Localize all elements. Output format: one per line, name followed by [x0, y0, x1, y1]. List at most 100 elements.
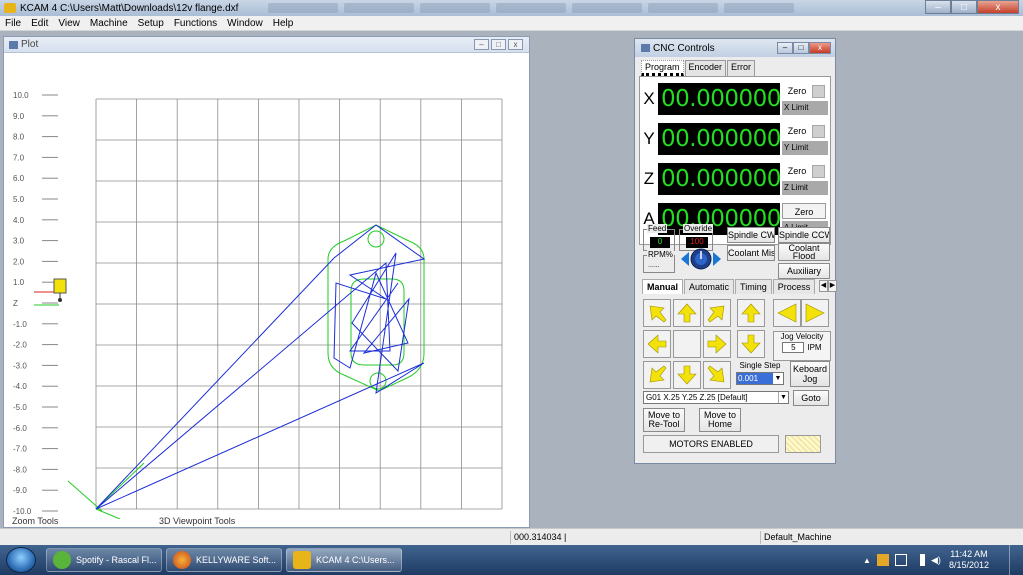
clock[interactable]: 11:42 AM 8/15/2012 [949, 549, 989, 571]
plot-maximize-button[interactable]: □ [491, 39, 506, 50]
goto-button[interactable]: Goto [793, 390, 829, 406]
zoom-tools-group[interactable]: Zoom Tools [12, 516, 58, 526]
gcode-command-select[interactable]: G01 X.25 Y.25 Z.25 [Default] ▼ [643, 391, 789, 404]
single-step-select[interactable]: 0.001 ▼ [736, 372, 784, 385]
taskbar-item-firefox[interactable]: KELLYWARE Soft... [166, 548, 282, 572]
arrow-icon [649, 365, 667, 383]
menu-edit[interactable]: Edit [26, 18, 53, 29]
plot-svg[interactable]: 10.0 9.0 8.0 7.0 6.0 5.0 4.0 3.0 2.0 1.0 Z -1.0 -2.0… [4, 53, 529, 520]
jog-center-button[interactable] [673, 330, 701, 358]
axis-letter: X [643, 89, 655, 108]
plot-canvas[interactable]: 10.0 9.0 8.0 7.0 6.0 5.0 4.0 3.0 2.0 1.0 Z -1.0 -2.0… [4, 53, 529, 520]
jog-a-minus-button[interactable] [773, 299, 801, 327]
auxiliary-button[interactable]: Auxiliary [778, 263, 830, 279]
zero-a-button[interactable]: Zero [782, 203, 826, 219]
menu-functions[interactable]: Functions [169, 18, 222, 29]
y-tick-label: -4.0 [13, 382, 27, 391]
tool-path-blue [95, 224, 426, 510]
viewpoint-tools-group[interactable]: 3D Viewpoint Tools [159, 516, 235, 526]
jog-x-minus-button[interactable] [643, 330, 671, 358]
jog-a-plus-button[interactable] [801, 299, 829, 327]
close-button[interactable]: x [977, 0, 1019, 14]
cnc-maximize-button[interactable]: □ [793, 42, 809, 54]
taskbar-item-kcam[interactable]: KCAM 4 C:\Users... [286, 548, 402, 572]
jog-velocity-label: Jog Velocity [780, 332, 824, 341]
tab-error[interactable]: Error [727, 60, 756, 76]
keyboard-jog-button[interactable]: Keboard Jog [790, 361, 830, 387]
tool-position-indicator [34, 278, 67, 306]
firefox-icon [173, 551, 191, 569]
window-controls: – □ x [925, 0, 1019, 14]
zero-y-button[interactable]: Zero [782, 123, 812, 139]
menu-machine[interactable]: Machine [85, 18, 133, 29]
y-tick-label: 10.0 [13, 91, 29, 100]
menu-help[interactable]: Help [268, 18, 299, 29]
jog-z-minus-button[interactable] [737, 330, 765, 358]
plot-close-button[interactable]: x [508, 39, 523, 50]
jog-velocity-input[interactable]: 5 [782, 342, 805, 353]
dro-z[interactable]: 00.000000 [658, 163, 780, 195]
dro-x[interactable]: 00.000000 [658, 83, 780, 115]
jog-y-plus-button[interactable] [673, 299, 701, 327]
tab-scroll-left-button[interactable]: ◀ [819, 280, 828, 292]
start-button[interactable] [6, 547, 36, 573]
spindle-ccw-button[interactable]: Spindle CCW [778, 227, 830, 243]
coolant-flood-button[interactable]: Coolant Flood [778, 243, 830, 261]
tab-program[interactable]: Program [641, 60, 684, 76]
rpm-group: RPM% ...... [643, 250, 675, 273]
zero-x-button[interactable]: Zero [782, 83, 812, 99]
menu-view[interactable]: View [53, 18, 85, 29]
show-desktop-button[interactable] [1009, 545, 1023, 575]
jog-x-plus-y-minus-button[interactable] [703, 361, 731, 389]
tab-process[interactable]: Process [772, 279, 816, 294]
tray-expand-icon[interactable]: ▲ [863, 556, 871, 565]
menu-file[interactable]: File [0, 18, 26, 29]
menu-setup[interactable]: Setup [133, 18, 169, 29]
y-tick-label: 9.0 [13, 112, 25, 121]
jog-z-plus-button[interactable] [737, 299, 765, 327]
y-tick-label: -5.0 [13, 403, 27, 412]
plot-title: Plot [21, 39, 39, 50]
taskbar-item-spotify[interactable]: Spotify - Rascal Fl... [46, 548, 162, 572]
y-tick-label: -2.0 [13, 341, 27, 350]
plot-minimize-button[interactable]: – [474, 39, 489, 50]
zero-z-button[interactable]: Zero [782, 163, 812, 179]
cnc-window-icon [641, 44, 650, 52]
y-tick-label: -6.0 [13, 424, 27, 433]
tray-app-icon[interactable] [876, 554, 889, 566]
jog-x-plus-button[interactable] [703, 330, 731, 358]
coolant-mist-button[interactable]: Coolant Mist [727, 245, 775, 261]
move-to-retool-button[interactable]: Move to Re-Tool [643, 408, 685, 432]
move-to-home-button[interactable]: Move to Home [699, 408, 741, 432]
dro-y[interactable]: 00.000000 [658, 123, 780, 155]
axis-letter: Z [643, 169, 655, 188]
plot-window: Plot – □ x 10.0 9.0 8.0 7.0 6.0 5.0 4.0 3.0 2.0 1… [3, 36, 530, 528]
single-step-label: Single Step [739, 361, 781, 370]
jog-x-minus-y-minus-button[interactable] [643, 361, 671, 389]
tab-timing[interactable]: Timing [735, 279, 772, 294]
chevron-down-icon: ▼ [774, 375, 782, 382]
volume-icon[interactable]: ◀) [931, 554, 943, 566]
tab-encoder[interactable]: Encoder [684, 60, 727, 76]
tab-scroll-right-button[interactable]: ▶ [828, 280, 837, 292]
menu-bar: File Edit View Machine Setup Functions W… [0, 16, 1023, 31]
cnc-window-controls: – □ x [777, 42, 831, 54]
network-icon[interactable] [912, 554, 925, 566]
motors-status[interactable]: MOTORS ENABLED [643, 435, 779, 453]
cnc-minimize-button[interactable]: – [777, 42, 793, 54]
cnc-close-button[interactable]: x [809, 42, 831, 54]
tab-automatic[interactable]: Automatic [684, 279, 735, 294]
minimize-button[interactable]: – [925, 0, 951, 14]
maximize-button[interactable]: □ [951, 0, 977, 14]
y-tick-label: Z [13, 299, 18, 308]
tab-manual[interactable]: Manual [642, 279, 684, 294]
jog-x-plus-y-plus-button[interactable] [703, 299, 731, 327]
rpm-display: ...... [648, 262, 660, 269]
override-knob[interactable] [679, 248, 723, 270]
mode-tab-scroller: ◀ ▶ [819, 280, 837, 292]
tray-device-icon[interactable] [894, 554, 907, 566]
jog-y-minus-button[interactable] [673, 361, 701, 389]
menu-window[interactable]: Window [222, 18, 268, 29]
jog-x-minus-y-plus-button[interactable] [643, 299, 671, 327]
spindle-cw-button[interactable]: Spindle CW [727, 227, 775, 243]
